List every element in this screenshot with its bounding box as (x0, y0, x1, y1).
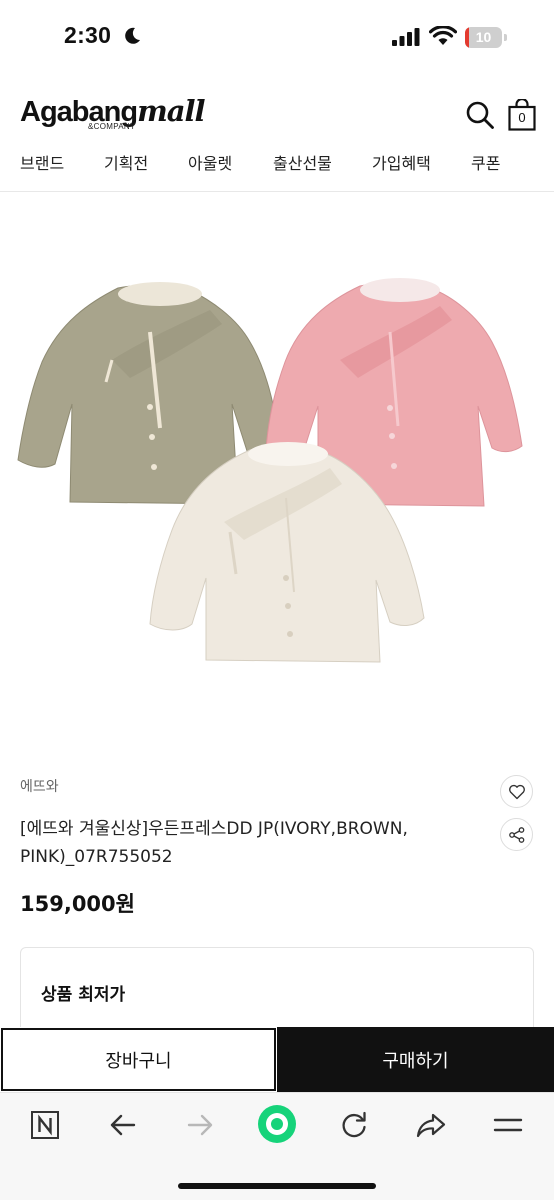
purchase-bar: 장바구니 구매하기 (0, 1027, 554, 1092)
home-indicator (178, 1183, 376, 1189)
product-brand[interactable]: 에뜨와 (20, 776, 59, 796)
menu-icon[interactable] (490, 1107, 526, 1143)
moon-icon (125, 27, 140, 44)
back-arrow-icon[interactable] (105, 1107, 141, 1143)
cart-count: 0 (518, 110, 526, 125)
product-price: 159,000원 (20, 892, 135, 916)
add-to-cart-button[interactable]: 장바구니 (1, 1028, 276, 1091)
nav-item-coupon[interactable]: 쿠폰 (471, 150, 500, 174)
nav-item-brand[interactable]: 브랜드 (20, 150, 64, 174)
heart-icon (509, 784, 525, 800)
product-image[interactable] (0, 192, 554, 744)
nav-item-outlet[interactable]: 아울렛 (188, 150, 232, 174)
logo-sub-text: &COMPANY (88, 122, 136, 131)
share-nodes-icon (509, 827, 525, 843)
wishlist-button[interactable] (500, 775, 533, 808)
buy-now-button[interactable]: 구매하기 (277, 1027, 554, 1092)
forward-arrow-icon[interactable] (182, 1107, 218, 1143)
shopping-bag-button[interactable]: 0 (508, 97, 536, 131)
search-icon[interactable] (465, 100, 495, 130)
wifi-icon (429, 26, 457, 45)
agabang-mall-logo[interactable]: Agabangmall &COMPANY (20, 94, 206, 134)
battery-percent: 10 (475, 29, 492, 45)
status-bar: 2:30 10 (0, 0, 554, 78)
nav-item-special[interactable]: 기획전 (104, 150, 148, 174)
cellular-signal-icon (392, 28, 420, 46)
battery-indicator: 10 (465, 27, 507, 48)
product-jackets-illustration (17, 278, 523, 663)
nav-item-join-benefit[interactable]: 가입혜택 (372, 150, 431, 174)
logo-accent-text: mall (137, 94, 206, 128)
lowest-price-label: 상품 최저가 (41, 985, 126, 1005)
reload-icon[interactable] (336, 1107, 372, 1143)
share-product-button[interactable] (500, 818, 533, 851)
app-screen: { "status_bar": { "time": "2:30", "batte… (0, 0, 554, 1200)
naver-n-icon[interactable] (27, 1107, 63, 1143)
home-circle-icon[interactable] (256, 1103, 298, 1145)
status-time: 2:30 (64, 22, 112, 48)
category-nav: 브랜드 기획전 아울렛 출산선물 가입혜택 쿠폰 (0, 146, 554, 192)
product-title: [에뜨와 겨울신상]우든프레스DD JP(IVORY,BROWN, PINK)_… (20, 819, 408, 867)
share-icon[interactable] (413, 1107, 449, 1143)
nav-item-birth-gift[interactable]: 출산선물 (273, 150, 332, 174)
